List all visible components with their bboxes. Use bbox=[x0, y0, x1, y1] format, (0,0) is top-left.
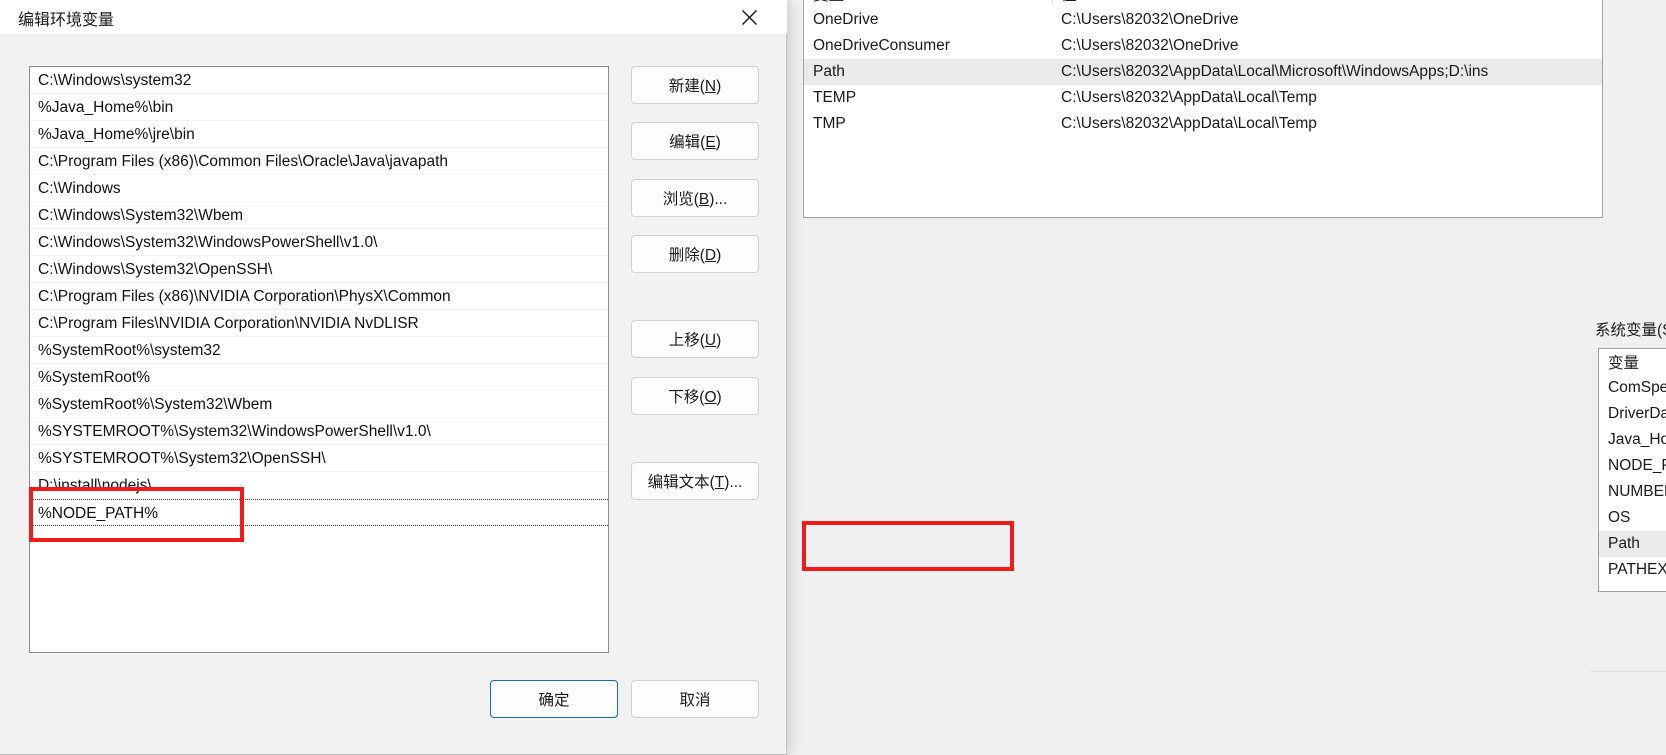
path-entry-row[interactable]: C:\Windows bbox=[30, 175, 608, 202]
new-button[interactable]: 新建(N) bbox=[631, 66, 759, 104]
path-entry-row[interactable]: C:\Windows\System32\Wbem bbox=[30, 202, 608, 229]
table-row[interactable]: Path C:\Users\82032\AppData\Local\Microso… bbox=[804, 59, 1602, 85]
path-entry-row[interactable]: %Java_Home%\jre\bin bbox=[30, 121, 608, 148]
system-variables-rows: ComSpecC:\Windows\system32\cmd.exeDriver… bbox=[1599, 375, 1666, 583]
edit-environment-variable-dialog: 编辑环境变量 C:\Windows\system32 %Java_Home%\bi… bbox=[0, 0, 787, 755]
table-row[interactable]: OneDrive C:\Users\82032\OneDrive bbox=[804, 7, 1602, 33]
table-row[interactable]: Java_HomeC:\Program Files\Java\jdk1.8.0_… bbox=[1599, 427, 1666, 453]
path-entry-row[interactable]: %SystemRoot% bbox=[30, 364, 608, 391]
variable-name-cell: Java_Home bbox=[1608, 431, 1666, 448]
path-entries-list[interactable]: C:\Windows\system32 %Java_Home%\bin %Java_… bbox=[29, 66, 609, 653]
path-entry-row[interactable]: %SYSTEMROOT%\System32\WindowsPowerShell\… bbox=[30, 418, 608, 445]
table-row[interactable]: NODE_PATHD:\install\nodejs\node_global\n… bbox=[1599, 453, 1666, 479]
variable-name-cell: PATHEXT bbox=[1608, 561, 1666, 578]
table-row[interactable]: OSWindows_NT bbox=[1599, 505, 1666, 531]
variable-value-cell: C:\Users\82032\AppData\Local\Temp bbox=[1061, 89, 1317, 106]
variable-value-cell: C:\Users\82032\AppData\Local\Temp bbox=[1061, 115, 1317, 132]
path-entry-row[interactable]: %SYSTEMROOT%\System32\OpenSSH\ bbox=[30, 445, 608, 472]
variable-name-cell: OS bbox=[1608, 509, 1631, 526]
path-entry-row[interactable]: %SystemRoot%\System32\Wbem bbox=[30, 391, 608, 418]
system-variables-header: 变量 值 bbox=[1599, 349, 1666, 375]
edit-text-button-label: 编辑文本(T)... bbox=[647, 474, 743, 491]
dialog-titlebar bbox=[0, 0, 787, 34]
edit-button-label: 编辑(E) bbox=[669, 134, 721, 151]
path-entries-rows: C:\Windows\system32 %Java_Home%\bin %Java_… bbox=[30, 67, 608, 526]
dialog-title: 编辑环境变量 bbox=[18, 12, 115, 29]
variable-name-cell: NODE_PATH bbox=[1608, 457, 1666, 474]
variable-name-cell: OneDrive bbox=[813, 11, 879, 28]
table-row[interactable]: PathC:\Windows\system32;%Java_Home%\bin;… bbox=[1599, 531, 1666, 557]
path-entry-row[interactable]: %SystemRoot%\system32 bbox=[30, 337, 608, 364]
close-icon[interactable] bbox=[726, 0, 772, 34]
delete-button-label: 删除(D) bbox=[668, 247, 722, 264]
path-entry-row[interactable]: %NODE_PATH% bbox=[30, 499, 608, 526]
path-entry-row[interactable]: C:\Program Files\NVIDIA Corporation\NVID… bbox=[30, 310, 608, 337]
user-variables-header: 变量 值 bbox=[804, 0, 1602, 7]
user-variables-header-name: 变量 bbox=[804, 0, 1052, 7]
variable-name-cell: ComSpec bbox=[1608, 379, 1666, 396]
system-variables-group-label: 系统变量(S) bbox=[1595, 322, 1666, 339]
table-row[interactable]: PATHEXT.COM;.EXE;.BAT;.CMD;.VBS;.VBE;.JS… bbox=[1599, 557, 1666, 583]
variable-name-cell: NUMBER_OF_PROCESSORS bbox=[1608, 483, 1666, 500]
user-variables-rows: OneDrive C:\Users\82032\OneDrive OneDriveC… bbox=[804, 7, 1602, 137]
browse-button-label: 浏览(B)... bbox=[662, 191, 728, 208]
move-up-button[interactable]: 上移(U) bbox=[631, 320, 759, 358]
path-entry-row[interactable]: C:\Program Files (x86)\Common Files\Orac… bbox=[30, 148, 608, 175]
footer-divider bbox=[1590, 671, 1666, 672]
new-button-label: 新建(N) bbox=[668, 78, 722, 95]
variable-name-cell: DriverData bbox=[1608, 405, 1666, 422]
variable-name-cell: OneDriveConsumer bbox=[813, 37, 950, 54]
variable-name-cell: Path bbox=[813, 63, 845, 80]
system-variables-header-name: 变量 bbox=[1608, 355, 1640, 372]
table-row[interactable]: NUMBER_OF_PROCESSORS20 bbox=[1599, 479, 1666, 505]
screen: 变量 值 OneDriveC:\Users\82032\OneDriveOneD… bbox=[0, 0, 1666, 755]
edit-text-button[interactable]: 编辑文本(T)... bbox=[631, 462, 759, 500]
table-row[interactable]: TEMP C:\Users\82032\AppData\Local\Temp bbox=[804, 85, 1602, 111]
variable-value-cell: C:\Users\82032\OneDrive bbox=[1061, 11, 1239, 28]
path-entry-row[interactable]: D:\install\nodejs\ bbox=[30, 472, 608, 499]
move-up-button-label: 上移(U) bbox=[668, 332, 722, 349]
move-down-button[interactable]: 下移(O) bbox=[631, 377, 759, 415]
user-variables-listbox[interactable]: 变量 值 OneDriveC:\Users\82032\OneDriveOneD… bbox=[803, 0, 1603, 218]
header-separator bbox=[1052, 0, 1053, 5]
table-row[interactable]: OneDriveConsumer C:\Users\82032\OneDrive bbox=[804, 33, 1602, 59]
table-row[interactable]: ComSpecC:\Windows\system32\cmd.exe bbox=[1599, 375, 1666, 401]
environment-variables-body: 变量 值 OneDriveC:\Users\82032\OneDriveOneD… bbox=[795, 0, 1666, 755]
path-entry-row[interactable]: C:\Windows\System32\OpenSSH\ bbox=[30, 256, 608, 283]
path-entry-row[interactable]: C:\Windows\system32 bbox=[30, 67, 608, 94]
variable-value-cell: C:\Users\82032\OneDrive bbox=[1061, 37, 1239, 54]
table-row[interactable]: TMP C:\Users\82032\AppData\Local\Temp bbox=[804, 111, 1602, 137]
variable-name-cell: TMP bbox=[813, 115, 846, 132]
path-entry-row[interactable]: C:\Program Files (x86)\NVIDIA Corporatio… bbox=[30, 283, 608, 310]
variable-name-cell: TEMP bbox=[813, 89, 857, 106]
system-variables-listbox[interactable]: 变量 值 ComSpecC:\Windows\system32\cmd.exeD… bbox=[1598, 348, 1666, 592]
edit-button[interactable]: 编辑(E) bbox=[631, 122, 759, 160]
delete-button[interactable]: 删除(D) bbox=[631, 235, 759, 273]
dialog-ok-button[interactable]: 确定 bbox=[490, 680, 618, 718]
table-row[interactable]: DriverDataC:\Windows\System32\Drivers\Dr… bbox=[1599, 401, 1666, 427]
path-entry-row[interactable]: %Java_Home%\bin bbox=[30, 94, 608, 121]
browse-button[interactable]: 浏览(B)... bbox=[631, 179, 759, 217]
path-entry-row[interactable]: C:\Windows\System32\WindowsPowerShell\v1… bbox=[30, 229, 608, 256]
dialog-cancel-button[interactable]: 取消 bbox=[631, 680, 759, 718]
user-variables-header-value: 值 bbox=[1052, 0, 1077, 7]
variable-name-cell: Path bbox=[1608, 535, 1640, 552]
move-down-button-label: 下移(O) bbox=[668, 389, 722, 406]
variable-value-cell: C:\Users\82032\AppData\Local\Microsoft\W… bbox=[1061, 63, 1489, 80]
